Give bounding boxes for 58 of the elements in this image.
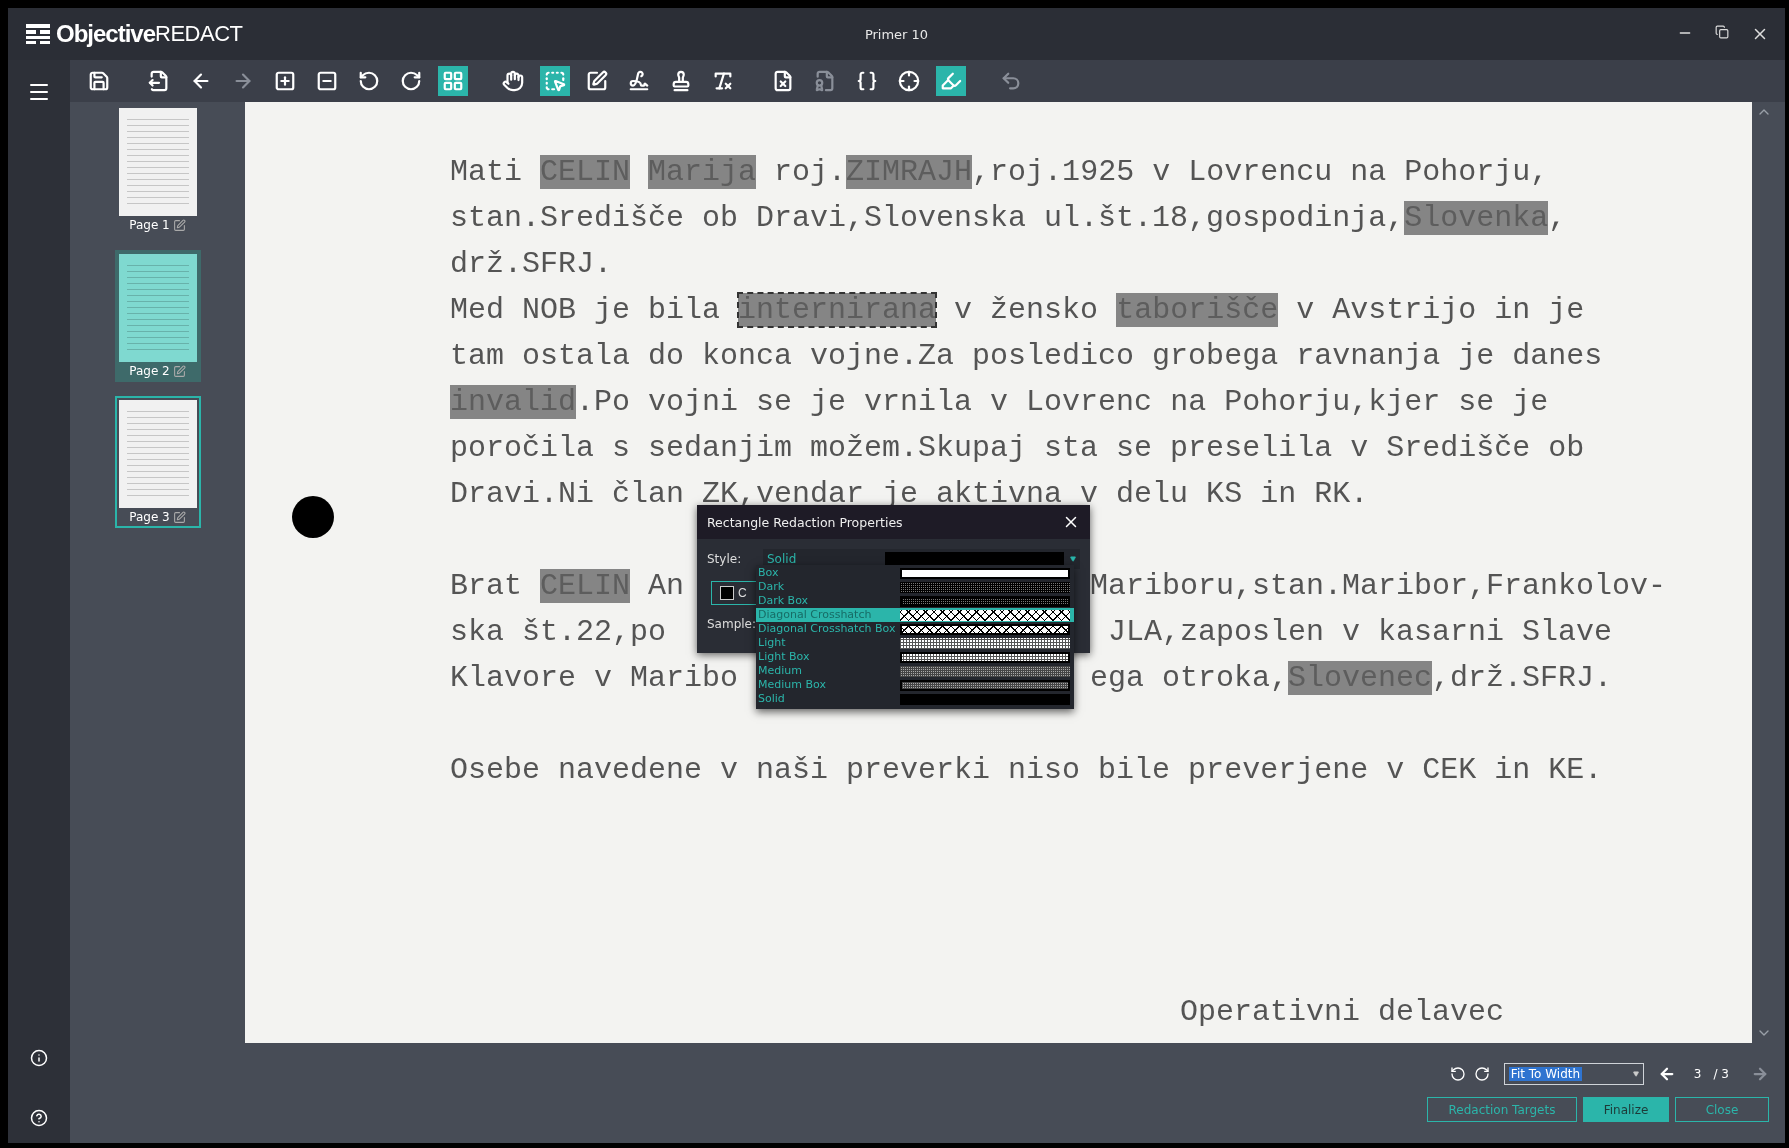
- document-text: poročila s sedanjim možem.Skupaj sta se preselila v Središče ob: [450, 430, 1585, 467]
- document-text: Osebe navedene v naši preverki niso bile preverjene v CEK in KE.: [450, 752, 1603, 789]
- rotate-right-icon[interactable]: [1473, 1066, 1490, 1082]
- rotate-left-icon[interactable]: [1449, 1066, 1466, 1082]
- document-text: Mati: [450, 154, 523, 191]
- dropdown-option[interactable]: Medium: [756, 664, 1074, 678]
- document-text: Klavore v Maribo: [450, 660, 739, 697]
- document-text: JLA,zaposlen v kasarni Slave: [1107, 614, 1613, 651]
- document-text: Brat: [450, 568, 523, 605]
- document-text: ska št.22,po: [450, 614, 667, 651]
- page-thumbnail[interactable]: Page 2: [114, 250, 201, 382]
- document-text: ,drž.SFRJ.: [1432, 660, 1613, 697]
- action-button[interactable]: Finalize: [1583, 1097, 1669, 1122]
- document-text: Med NOB je bila: [450, 292, 722, 329]
- document-text: Operativni delavec: [1180, 995, 1506, 1029]
- logo-text: REDACT: [155, 21, 243, 46]
- style-label: Style:: [707, 552, 743, 566]
- dropdown-option[interactable]: Light Box: [756, 650, 1074, 664]
- page-number[interactable]: 3: [1693, 1067, 1702, 1081]
- document-text: stan.Središče ob Dravi,Slovenska ul.št.18,gospodinja,: [450, 200, 1405, 237]
- dialog-title: Rectangle Redaction Properties: [707, 514, 903, 530]
- dropdown-option[interactable]: Diagonal Crosshatch Box: [756, 622, 1074, 636]
- edit-icon[interactable]: [172, 218, 186, 232]
- page-label: Page 1: [129, 218, 170, 232]
- page-label: Page 3: [129, 510, 170, 524]
- document-text: ega otroka,: [1090, 660, 1289, 697]
- document-text: v Avstrijo in je: [1295, 292, 1585, 329]
- document-text: v žensko: [953, 292, 1100, 329]
- document-text: roj.: [773, 154, 847, 191]
- caret-icon: [1632, 1071, 1639, 1077]
- sample-label: Sample:: [707, 617, 758, 631]
- logo-icon: [26, 24, 50, 44]
- dropdown-option[interactable]: Box: [756, 566, 1074, 580]
- caret-icon: [1070, 556, 1076, 562]
- zoom-select[interactable]: Fit To Width: [1503, 1063, 1644, 1085]
- window-title: Primer 10: [864, 26, 929, 42]
- color-swatch: [720, 586, 734, 600]
- logo-text: Objective: [56, 20, 156, 48]
- document-text: An: [647, 568, 685, 605]
- dropdown-option[interactable]: Solid: [756, 692, 1074, 706]
- document-text: tam ostala do konca vojne.Za posledico grobega ravnanja je danes: [450, 338, 1603, 375]
- page-total: / 3: [1713, 1067, 1729, 1081]
- page-thumbnail[interactable]: Page 3: [114, 396, 201, 528]
- document-text: drž.SFRJ.: [450, 246, 613, 283]
- dropdown-option[interactable]: Light: [756, 636, 1074, 650]
- action-button[interactable]: Redaction Targets: [1427, 1097, 1577, 1122]
- dropdown-option[interactable]: Medium Box: [756, 678, 1074, 692]
- document-text: ,roj.1925 v Lovrencu na Pohorju,: [972, 154, 1549, 191]
- page-label: Page 2: [129, 364, 170, 378]
- document-text: .Po vojni se je vrnila v Lovrenc na Pohorju,kjer se je: [576, 384, 1549, 421]
- edit-icon[interactable]: [172, 510, 186, 524]
- edit-icon[interactable]: [172, 364, 186, 378]
- restore-icon[interactable]: [1715, 25, 1729, 39]
- action-button[interactable]: Close: [1675, 1097, 1769, 1122]
- document-text: ,: [1548, 200, 1567, 237]
- document-text: Mariboru,stan.Maribor,Frankolov-: [1090, 568, 1667, 605]
- punch-hole: [292, 496, 334, 538]
- next-page-icon[interactable]: [1751, 1065, 1769, 1083]
